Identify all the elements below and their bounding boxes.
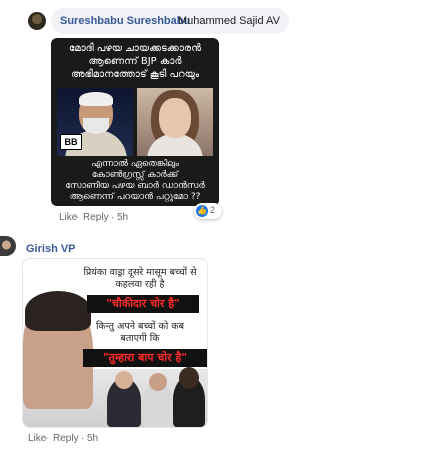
mention-tag[interactable]: Muhammed Sajid AV bbox=[178, 15, 280, 27]
meme-text-line: ആണെന്ന് BJP കാർ bbox=[88, 56, 182, 67]
reply-link[interactable]: Reply bbox=[83, 212, 109, 223]
comment-image[interactable]: മോദി പഴയ ചായക്കടക്കാരൻ ആണെന്ന് BJP കാർ അ… bbox=[51, 38, 219, 206]
figure-head bbox=[149, 373, 167, 391]
reaction-count: 2 bbox=[210, 205, 216, 215]
like-link[interactable]: Like bbox=[28, 433, 46, 444]
meme-text-line: प्रियंका वाड्रा दूसरे मासूम बच्चों से bbox=[83, 267, 197, 278]
meme-photo-right bbox=[137, 88, 213, 156]
separator-dot: · bbox=[76, 212, 80, 223]
like-link[interactable]: Like bbox=[59, 212, 77, 223]
meme-banner: "तुम्हारा बाप चोर है" bbox=[83, 349, 207, 367]
meme-text-line: कहलवा रही है bbox=[115, 279, 165, 290]
meme-text-line: किन्तु अपने बच्चों को कब bbox=[95, 321, 185, 332]
watermark-badge: BB bbox=[60, 134, 82, 150]
figure-head bbox=[159, 98, 191, 138]
comment-image[interactable]: प्रियंका वाड्रा दूसरे मासूम बच्चों से कह… bbox=[22, 258, 208, 428]
meme-photo-left: BB bbox=[57, 88, 133, 156]
avatar[interactable] bbox=[28, 12, 46, 30]
timestamp[interactable]: 5h bbox=[87, 433, 98, 444]
reaction-summary[interactable]: 👍 2 bbox=[194, 203, 222, 219]
meme-banner: "चौकीदार चोर है" bbox=[87, 295, 199, 313]
separator-dot: · bbox=[111, 212, 115, 223]
figure-beard bbox=[83, 118, 109, 134]
timestamp[interactable]: 5h bbox=[117, 212, 128, 223]
meme-text-line: बताएगी कि bbox=[120, 333, 160, 344]
meme-text-line: ആണെന്ന് പറയാൻ പറ്റുമോ ?? bbox=[69, 192, 201, 202]
comment-author[interactable]: Girish VP bbox=[26, 243, 76, 255]
figure-head bbox=[115, 371, 133, 389]
figure-hair bbox=[79, 92, 113, 106]
comment-author[interactable]: Sureshbabu Sureshbabu bbox=[60, 15, 190, 27]
meme-text-line: മോദി പഴയ ചായക്കടക്കാരൻ bbox=[68, 43, 202, 54]
separator-dot: · bbox=[45, 433, 49, 444]
like-icon: 👍 bbox=[196, 205, 208, 217]
separator-dot: · bbox=[81, 433, 85, 444]
reply-link[interactable]: Reply bbox=[53, 433, 79, 444]
meme-text-line: അഭിമാനത്തോട് കൂടി പറയും bbox=[70, 69, 200, 80]
avatar[interactable] bbox=[0, 236, 16, 256]
figure-head bbox=[179, 367, 199, 389]
